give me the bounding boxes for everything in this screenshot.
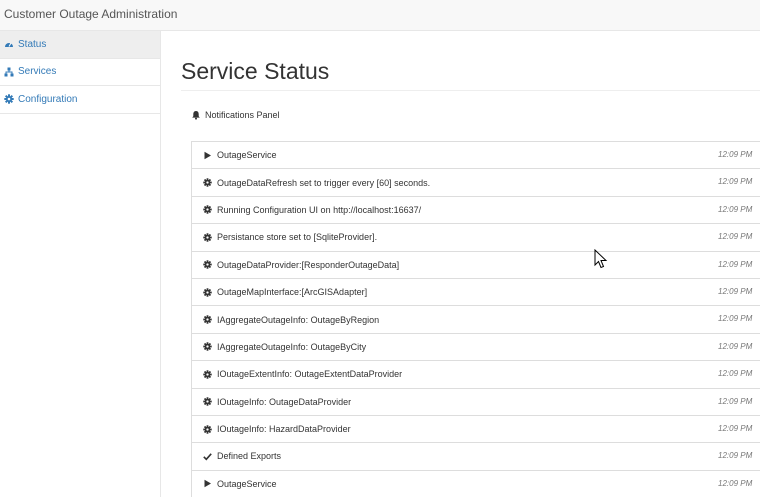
notification-text: OutageService xyxy=(217,478,277,489)
notification-row: IAggregateOutageInfo: OutageByCity 12:09 … xyxy=(192,334,760,362)
sidebar: Status Services Configuration xyxy=(0,31,161,497)
sidebar-item-configuration[interactable]: Configuration xyxy=(0,86,160,114)
notification-time: 12:09 PM xyxy=(718,451,753,461)
mouse-cursor-icon xyxy=(594,249,608,269)
notification-text: Persistance store set to [SqliteProvider… xyxy=(217,232,378,243)
sidebar-item-label: Services xyxy=(18,66,57,78)
notification-time: 12:09 PM xyxy=(718,204,753,214)
notification-time: 12:09 PM xyxy=(718,423,753,433)
notification-time: 12:09 PM xyxy=(718,341,753,351)
notification-text: IAggregateOutageInfo: OutageByRegion xyxy=(217,314,380,325)
notification-row: IOutageInfo: OutageDataProvider 12:09 PM xyxy=(192,389,760,416)
gear-icon xyxy=(203,205,212,215)
title-divider xyxy=(181,90,760,91)
notification-text: OutageDataRefresh set to trigger every [… xyxy=(217,177,431,188)
play-icon xyxy=(203,151,212,160)
notification-time: 12:09 PM xyxy=(718,177,753,187)
gear-icon xyxy=(203,260,212,269)
notification-text: OutageService xyxy=(217,150,277,161)
notification-text: Running Configuration UI on http://local… xyxy=(217,204,422,215)
check-icon xyxy=(203,452,212,461)
sidebar-item-label: Status xyxy=(18,38,47,50)
gear-icon xyxy=(203,178,212,187)
notification-time: 12:09 PM xyxy=(718,286,753,296)
notification-time: 12:09 PM xyxy=(718,150,753,159)
main-content: Service Status Notifications Panel Outag… xyxy=(161,31,760,497)
sidebar-item-services[interactable]: Services xyxy=(0,59,160,86)
sidebar-item-status[interactable]: Status xyxy=(0,31,160,59)
notification-row: IOutageInfo: HazardDataProvider 12:09 PM xyxy=(192,416,760,444)
notification-row: Persistance store set to [SqliteProvider… xyxy=(192,224,760,252)
notification-text: IOutageInfo: HazardDataProvider xyxy=(217,424,351,435)
notification-time: 12:09 PM xyxy=(718,232,753,242)
play-icon xyxy=(203,479,212,488)
notification-time: 12:09 PM xyxy=(718,396,753,406)
bell-icon xyxy=(191,110,201,120)
gear-icon xyxy=(203,397,212,406)
gear-icon xyxy=(203,424,212,434)
notification-time: 12:09 PM xyxy=(718,478,753,488)
notification-text: OutageMapInterface:[ArcGISAdapter] xyxy=(217,287,368,298)
gear-icon xyxy=(203,287,212,297)
notifications-panel-heading: Notifications Panel xyxy=(191,110,280,120)
notification-row: Defined Exports 12:09 PM xyxy=(192,443,760,471)
app-title[interactable]: Customer Outage Administration xyxy=(4,7,177,21)
sitemap-icon xyxy=(4,67,14,77)
notification-time: 12:09 PM xyxy=(718,259,753,269)
notification-text: IOutageExtentInfo: OutageExtentDataProvi… xyxy=(217,369,403,380)
gear-icon xyxy=(203,233,212,242)
top-navbar: Customer Outage Administration xyxy=(0,0,760,31)
notification-row: OutageDataProvider:[ResponderOutageData]… xyxy=(192,252,760,279)
notification-time: 12:09 PM xyxy=(718,369,753,379)
notification-row: OutageService 12:09 PM xyxy=(192,142,760,170)
page-title: Service Status xyxy=(181,58,330,84)
dashboard-icon xyxy=(4,39,14,49)
notifications-list: OutageService 12:09 PM OutageDataRefresh s… xyxy=(191,141,760,497)
notification-text: IAggregateOutageInfo: OutageByCity xyxy=(217,341,367,352)
notification-row: Running Configuration UI on http://local… xyxy=(192,197,760,225)
gear-icon xyxy=(203,315,212,324)
notification-row: IOutageExtentInfo: OutageExtentDataProvi… xyxy=(192,361,760,389)
sidebar-item-label: Configuration xyxy=(18,93,78,105)
panel-title: Notifications Panel xyxy=(205,110,280,120)
notification-time: 12:09 PM xyxy=(718,314,753,324)
notification-row: IAggregateOutageInfo: OutageByRegion 12:0… xyxy=(192,306,760,334)
notification-text: Defined Exports xyxy=(217,451,282,462)
notification-text: OutageDataProvider:[ResponderOutageData] xyxy=(217,259,400,270)
notification-text: IOutageInfo: OutageDataProvider xyxy=(217,396,352,407)
gear-icon xyxy=(203,342,212,352)
gear-icon xyxy=(4,94,14,104)
gear-icon xyxy=(203,370,212,379)
notification-row: OutageService 12:09 PM xyxy=(192,471,760,497)
notification-row: OutageMapInterface:[ArcGISAdapter] 12:09 … xyxy=(192,279,760,307)
notification-row: OutageDataRefresh set to trigger every [… xyxy=(192,169,760,197)
